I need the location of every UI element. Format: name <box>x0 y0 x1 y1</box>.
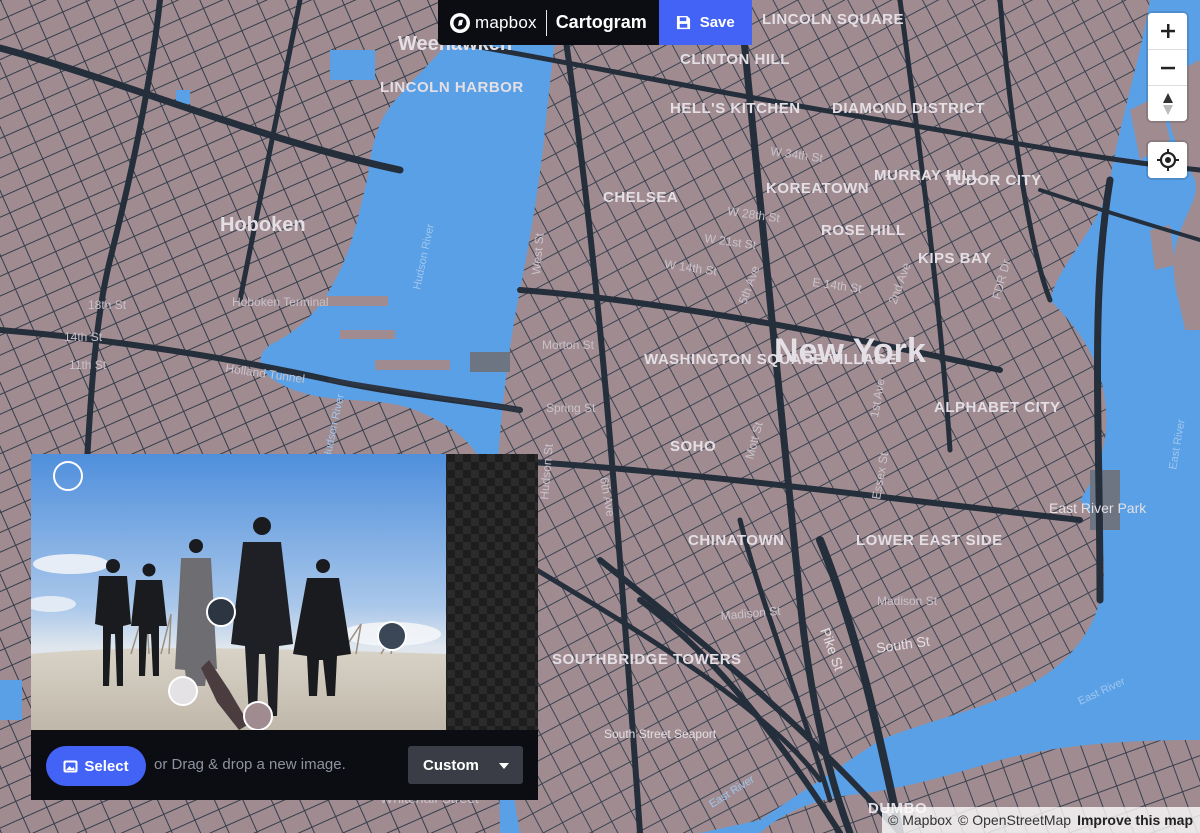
save-button[interactable]: Save <box>658 0 752 45</box>
navigation-controls <box>1148 13 1187 121</box>
select-image-button[interactable]: Select <box>46 746 146 786</box>
minus-icon <box>1160 66 1175 69</box>
swatch-labels-light[interactable] <box>168 676 198 706</box>
label-east-river-park: East River Park <box>1049 500 1147 516</box>
street-madison-e: Madison St <box>877 594 938 608</box>
label-tudor-city: TUDOR CITY <box>945 172 1042 189</box>
improve-map-link[interactable]: Improve this map <box>1077 812 1193 828</box>
swatch-roads-slate[interactable] <box>377 621 407 651</box>
label-lincoln-square: LINCOLN SQUARE <box>762 11 904 28</box>
compass-icon <box>1162 92 1173 115</box>
label-diamond-district: DIAMOND DISTRICT <box>832 100 985 117</box>
label-soho: SOHO <box>670 438 716 455</box>
street-morton: Morton St <box>542 338 595 352</box>
plus-icon <box>1160 24 1175 38</box>
label-hells-kitchen: HELL'S KITCHEN <box>670 100 801 117</box>
image-palette-panel: Select or Drag & drop a new image. Custo… <box>31 454 538 800</box>
compass-button[interactable] <box>1148 85 1187 121</box>
palette-mode-value: Custom <box>423 756 479 774</box>
label-rose-hill: ROSE HILL <box>821 222 906 239</box>
label-clinton-hill: CLINTON HILL <box>680 51 790 68</box>
label-hoboken-terminal: Hoboken Terminal <box>232 295 329 309</box>
street-14th: 14th St <box>64 330 103 344</box>
swatch-roads-dark[interactable] <box>206 597 236 627</box>
save-label: Save <box>699 14 735 31</box>
attribution-osm[interactable]: © OpenStreetMap <box>958 812 1071 828</box>
brand-divider <box>545 9 547 36</box>
chevron-down-icon <box>499 763 509 769</box>
label-koreatown: KOREATOWN <box>766 180 869 197</box>
top-bar: mapbox Cartogram Save <box>438 0 752 45</box>
attribution-mapbox[interactable]: © Mapbox <box>888 812 952 828</box>
label-lower-east-side: LOWER EAST SIDE <box>856 532 1003 549</box>
zoom-out-button[interactable] <box>1148 49 1187 85</box>
street-spring: Spring St <box>546 401 596 415</box>
product-name: Cartogram <box>555 12 647 32</box>
label-southbridge-towers: SOUTHBRIDGE TOWERS <box>552 651 742 668</box>
label-kips-bay: KIPS BAY <box>918 250 991 267</box>
image-icon <box>63 760 78 772</box>
image-panel-footer: Select or Drag & drop a new image. Custo… <box>31 730 538 800</box>
geolocate-icon <box>1156 149 1179 171</box>
mapbox-logo-icon <box>450 12 470 33</box>
drop-hint-text: or Drag & drop a new image. <box>154 756 346 773</box>
uploaded-photo <box>31 454 446 730</box>
label-seaport: South Street Seaport <box>604 727 717 741</box>
map-attribution: © Mapbox © OpenStreetMap Improve this ma… <box>882 807 1200 833</box>
swatch-land-mauve[interactable] <box>243 701 273 731</box>
select-label: Select <box>84 757 129 775</box>
zoom-in-button[interactable] <box>1148 13 1187 49</box>
label-lincoln-harbor: LINCOLN HARBOR <box>380 79 524 96</box>
brand: mapbox Cartogram <box>438 0 659 45</box>
palette-mode-dropdown[interactable]: Custom <box>408 746 523 784</box>
geolocate-button[interactable] <box>1148 142 1187 178</box>
swatch-water[interactable] <box>53 461 83 491</box>
street-11th: 11th St <box>69 358 107 372</box>
label-chelsea: CHELSEA <box>603 189 678 206</box>
label-new-york: New York <box>774 332 926 370</box>
geolocate-control <box>1148 142 1187 178</box>
brand-name: mapbox <box>475 12 537 32</box>
label-alphabet-city: ALPHABET CITY <box>934 399 1061 416</box>
label-chinatown: CHINATOWN <box>688 532 784 549</box>
save-icon <box>676 15 690 30</box>
street-18th: 18th St <box>88 298 127 312</box>
image-drop-area[interactable] <box>31 454 538 731</box>
label-hoboken: Hoboken <box>220 214 306 236</box>
